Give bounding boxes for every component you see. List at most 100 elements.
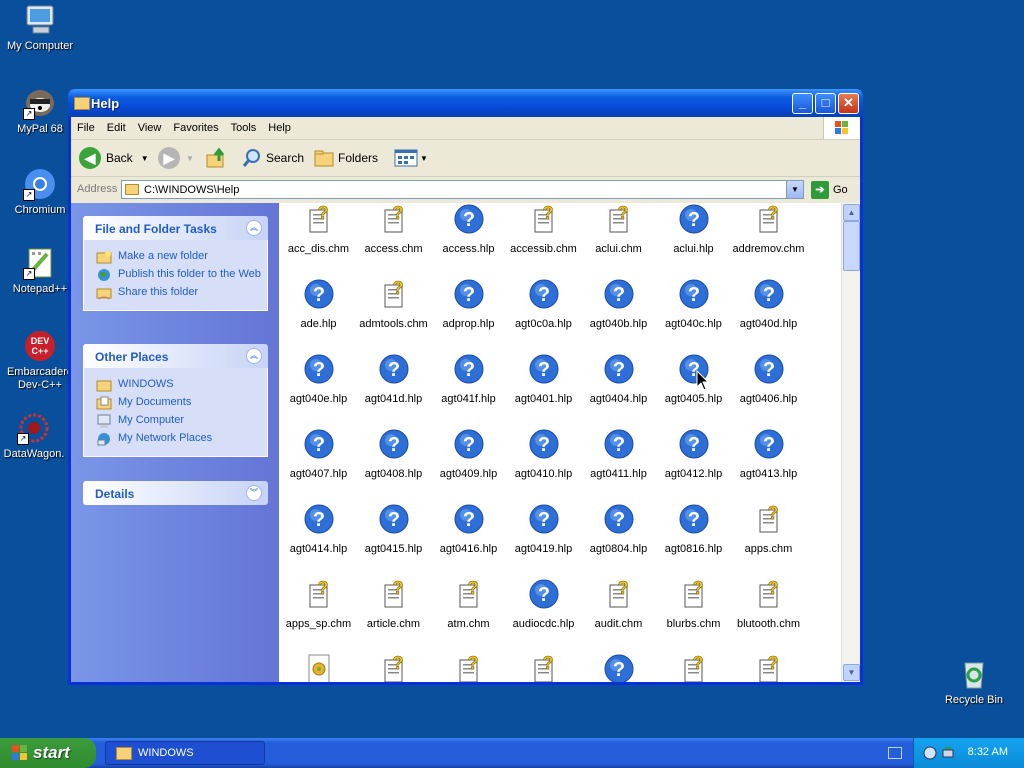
file-item[interactable] [281, 653, 356, 682]
file-item[interactable]: ? [731, 653, 806, 682]
panel-header[interactable]: Details ︾ [83, 481, 268, 505]
file-item[interactable]: ? agt0c0a.hlp [506, 278, 581, 330]
file-name: blurbs.chm [666, 618, 721, 630]
file-item[interactable]: ? agt0405.hlp [656, 353, 731, 405]
file-item[interactable]: ? agt0804.hlp [581, 503, 656, 555]
up-folder-button[interactable] [205, 146, 227, 170]
file-item[interactable]: ? acc_dis.chm [281, 203, 356, 255]
file-item[interactable]: ? access.chm [356, 203, 431, 255]
file-item[interactable]: ? aclui.chm [581, 203, 656, 255]
file-item[interactable]: ? adprop.hlp [431, 278, 506, 330]
place-my-computer[interactable]: My Computer [96, 414, 267, 428]
taskbar-item-windows[interactable]: WINDOWS [105, 741, 265, 765]
folders-icon [314, 150, 334, 167]
go-button[interactable]: ➔ Go [811, 180, 848, 199]
place-my-network-places[interactable]: My Network Places [96, 432, 267, 446]
title-bar[interactable]: Help _ □ ✕ [68, 89, 863, 117]
tray-app-icon[interactable] [922, 745, 938, 761]
file-item[interactable]: ? agt0416.hlp [431, 503, 506, 555]
vertical-scrollbar[interactable]: ▲ ▼ [841, 203, 860, 682]
chevron-down-icon[interactable]: ▼ [786, 181, 803, 198]
scroll-up-button[interactable]: ▲ [843, 204, 860, 221]
file-item[interactable]: ? agt041d.hlp [356, 353, 431, 405]
views-button[interactable]: ▼ [394, 146, 428, 170]
file-item[interactable]: ? [356, 653, 431, 682]
file-item[interactable]: ? agt0407.hlp [281, 428, 356, 480]
panel-header[interactable]: Other Places ︽ [83, 344, 268, 368]
file-item[interactable]: ? agt0419.hlp [506, 503, 581, 555]
scroll-thumb[interactable] [843, 221, 860, 271]
file-name: agt0c0a.hlp [515, 318, 572, 330]
menu-favorites[interactable]: Favorites [167, 117, 224, 139]
file-item[interactable]: ? agt0816.hlp [656, 503, 731, 555]
file-item[interactable]: ? [431, 653, 506, 682]
file-item[interactable]: ? agt0412.hlp [656, 428, 731, 480]
maximize-button[interactable]: □ [815, 93, 836, 114]
file-item[interactable]: ? blutooth.chm [731, 578, 806, 630]
file-item[interactable]: ? blurbs.chm [656, 578, 731, 630]
chm-file-icon: ? [759, 653, 778, 682]
file-item[interactable]: ? apps.chm [731, 503, 806, 555]
place-windows[interactable]: WINDOWS [96, 378, 267, 392]
back-button[interactable]: ◀ Back ▼ [79, 146, 149, 170]
file-item[interactable]: ? addremov.chm [731, 203, 806, 255]
menu-edit[interactable]: Edit [101, 117, 132, 139]
file-item[interactable]: ? [656, 653, 731, 682]
file-item[interactable]: ? agt0411.hlp [581, 428, 656, 480]
start-button[interactable]: start [0, 738, 96, 768]
folders-button[interactable]: Folders [313, 146, 378, 170]
file-item[interactable]: ? audiocdc.hlp [506, 578, 581, 630]
file-item[interactable]: ? article.chm [356, 578, 431, 630]
file-item[interactable]: ? agt040d.hlp [731, 278, 806, 330]
desktop-icon-recycle-bin[interactable]: Recycle Bin [934, 657, 1014, 707]
file-item[interactable]: ? atm.chm [431, 578, 506, 630]
file-item[interactable]: ? ade.hlp [281, 278, 356, 330]
file-item[interactable]: ? agt0415.hlp [356, 503, 431, 555]
file-item[interactable]: ? [581, 653, 656, 682]
file-item[interactable]: ? agt040b.hlp [581, 278, 656, 330]
forward-button[interactable]: ▶ ▼ [158, 146, 194, 170]
file-item[interactable]: ? [506, 653, 581, 682]
minimize-button[interactable]: _ [792, 93, 813, 114]
file-item[interactable]: ? agt0414.hlp [281, 503, 356, 555]
panel-header[interactable]: File and Folder Tasks ︽ [83, 216, 268, 240]
chevron-down-icon[interactable]: ▼ [141, 154, 149, 163]
expand-icon[interactable]: ︾ [246, 485, 262, 501]
file-item[interactable]: ? agt0401.hlp [506, 353, 581, 405]
file-item[interactable]: ? admtools.chm [356, 278, 431, 330]
menu-tools[interactable]: Tools [225, 117, 263, 139]
collapse-icon[interactable]: ︽ [246, 348, 262, 364]
chm-file-icon: ? [459, 578, 478, 608]
address-input[interactable]: C:\WINDOWS\Help ▼ [121, 180, 804, 199]
file-item[interactable]: ? access.hlp [431, 203, 506, 255]
file-item[interactable]: ? agt041f.hlp [431, 353, 506, 405]
place-my-documents[interactable]: My Documents [96, 396, 267, 410]
safely-remove-hardware-icon[interactable] [940, 745, 956, 761]
file-item[interactable]: ? agt0413.hlp [731, 428, 806, 480]
menu-file[interactable]: File [71, 117, 101, 139]
file-item[interactable]: ? aclui.hlp [656, 203, 731, 255]
file-item[interactable]: ? agt0406.hlp [731, 353, 806, 405]
recycle-bin-icon [957, 657, 991, 691]
file-item[interactable]: ? audit.chm [581, 578, 656, 630]
scroll-down-button[interactable]: ▼ [843, 664, 860, 681]
desktop-icon-datawagon[interactable]: ↗ DataWagon. [0, 411, 74, 461]
file-item[interactable]: ? agt040c.hlp [656, 278, 731, 330]
file-item[interactable]: ? accessib.chm [506, 203, 581, 255]
file-item[interactable]: ? agt0409.hlp [431, 428, 506, 480]
search-button[interactable]: Search [241, 146, 304, 170]
close-button[interactable]: ✕ [838, 93, 859, 114]
collapse-icon[interactable]: ︽ [246, 220, 262, 236]
menu-help[interactable]: Help [262, 117, 297, 139]
file-item[interactable]: ? agt0404.hlp [581, 353, 656, 405]
task-make-new-folder[interactable]: Make a new folder [96, 250, 267, 264]
file-item[interactable]: ? agt0408.hlp [356, 428, 431, 480]
keyboard-icon[interactable] [888, 747, 902, 759]
file-item[interactable]: ? agt0410.hlp [506, 428, 581, 480]
file-item[interactable]: ? agt040e.hlp [281, 353, 356, 405]
task-share-folder[interactable]: Share this folder [96, 286, 267, 300]
menu-view[interactable]: View [132, 117, 168, 139]
desktop-icon-my-computer[interactable]: My Computer [0, 3, 80, 53]
task-publish-folder[interactable]: Publish this folder to the Web [96, 268, 267, 282]
file-item[interactable]: ? apps_sp.chm [281, 578, 356, 630]
